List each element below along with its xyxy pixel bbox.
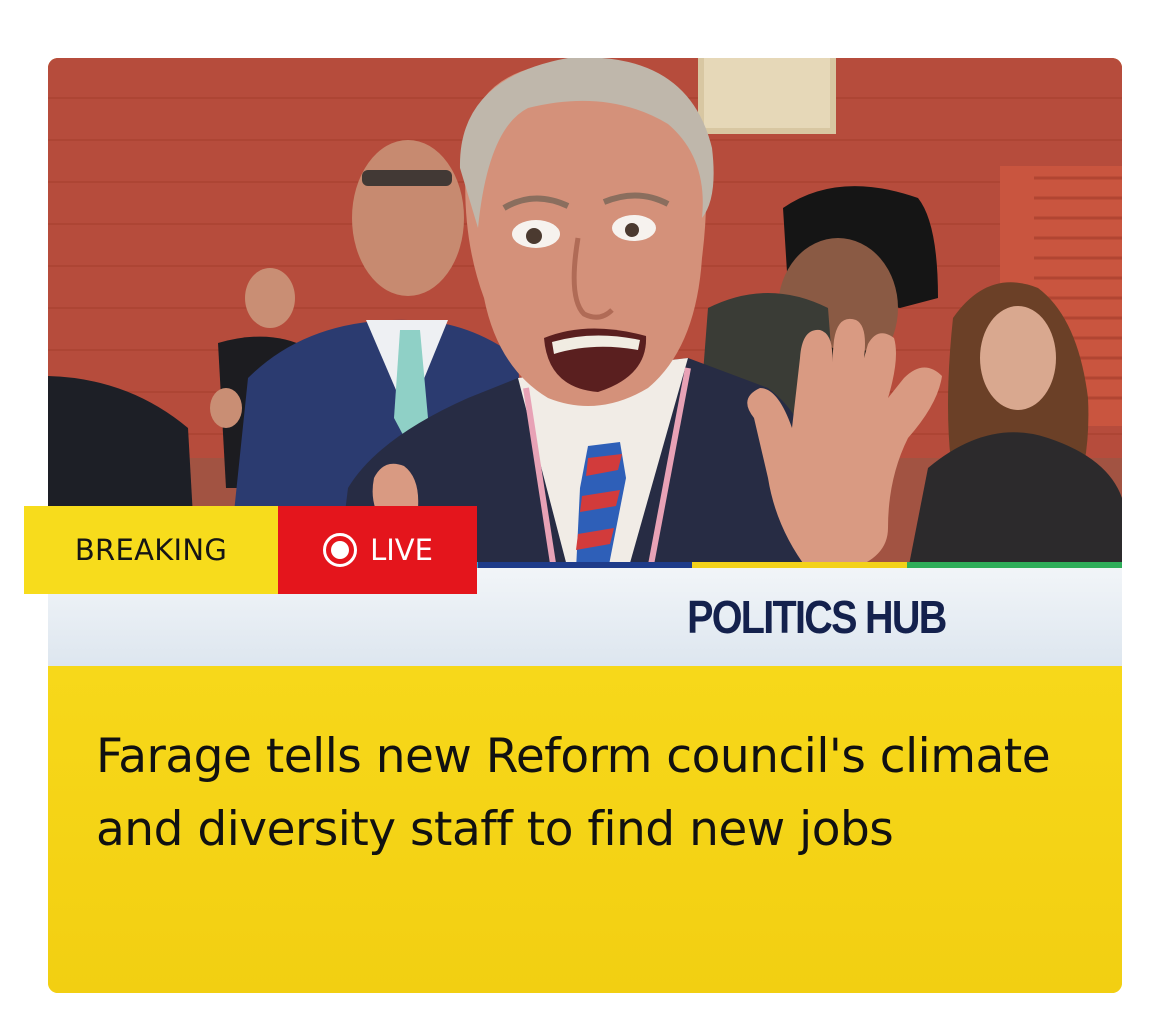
- live-record-icon: [322, 532, 358, 568]
- breaking-label: BREAKING: [74, 533, 228, 567]
- news-photo: [48, 58, 1122, 570]
- breaking-badge: BREAKING: [24, 506, 278, 594]
- headline-area[interactable]: Farage tells new Reform council's climat…: [48, 666, 1122, 993]
- headline[interactable]: Farage tells new Reform council's climat…: [96, 720, 1056, 866]
- live-badge[interactable]: LIVE: [278, 506, 477, 594]
- live-label: LIVE: [370, 533, 433, 567]
- politics-hub-title: POLITICS HUB: [687, 591, 948, 643]
